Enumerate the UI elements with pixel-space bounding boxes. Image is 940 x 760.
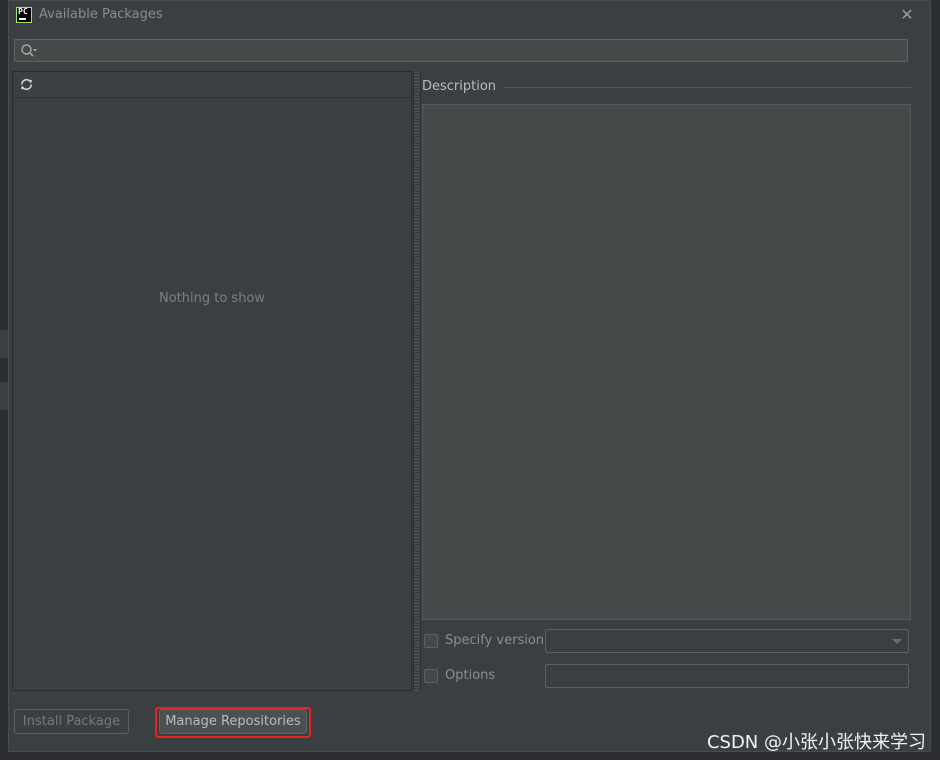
background-strip [0, 382, 8, 410]
chevron-down-icon [892, 639, 902, 644]
search-icon [21, 44, 37, 57]
close-button[interactable]: ✕ [898, 5, 916, 25]
package-list-toolbar [13, 72, 411, 98]
search-field[interactable] [14, 39, 908, 63]
search-input[interactable] [41, 40, 905, 63]
window-title: Available Packages [39, 7, 163, 22]
specify-version-label: Specify version [445, 633, 545, 648]
panel-splitter[interactable] [413, 71, 421, 691]
refresh-icon[interactable] [19, 77, 34, 92]
specify-version-row: Specify version [424, 629, 910, 653]
options-input[interactable] [545, 664, 909, 688]
description-label: Description [422, 79, 497, 94]
app-logo-text: PC [18, 7, 28, 16]
options-checkbox[interactable] [424, 669, 438, 683]
specify-version-checkbox[interactable] [424, 634, 438, 648]
package-list[interactable]: Nothing to show [13, 98, 411, 690]
background-strip [0, 330, 8, 358]
package-list-panel: Nothing to show [12, 71, 412, 691]
description-area[interactable] [422, 104, 911, 620]
empty-list-message: Nothing to show [158, 291, 266, 306]
version-select[interactable] [545, 629, 909, 653]
options-row: Options [424, 664, 910, 688]
description-separator [503, 87, 911, 88]
install-package-button[interactable]: Install Package [14, 709, 129, 734]
app-logo: PC [16, 7, 32, 23]
options-label: Options [445, 668, 496, 683]
watermark: CSDN @小张小张快来学习 [706, 732, 926, 753]
app-logo-bar [19, 18, 26, 20]
manage-repositories-button[interactable]: Manage Repositories [159, 709, 307, 734]
close-icon: ✕ [900, 5, 914, 24]
title-bar[interactable]: PC Available Packages ✕ [9, 1, 930, 31]
